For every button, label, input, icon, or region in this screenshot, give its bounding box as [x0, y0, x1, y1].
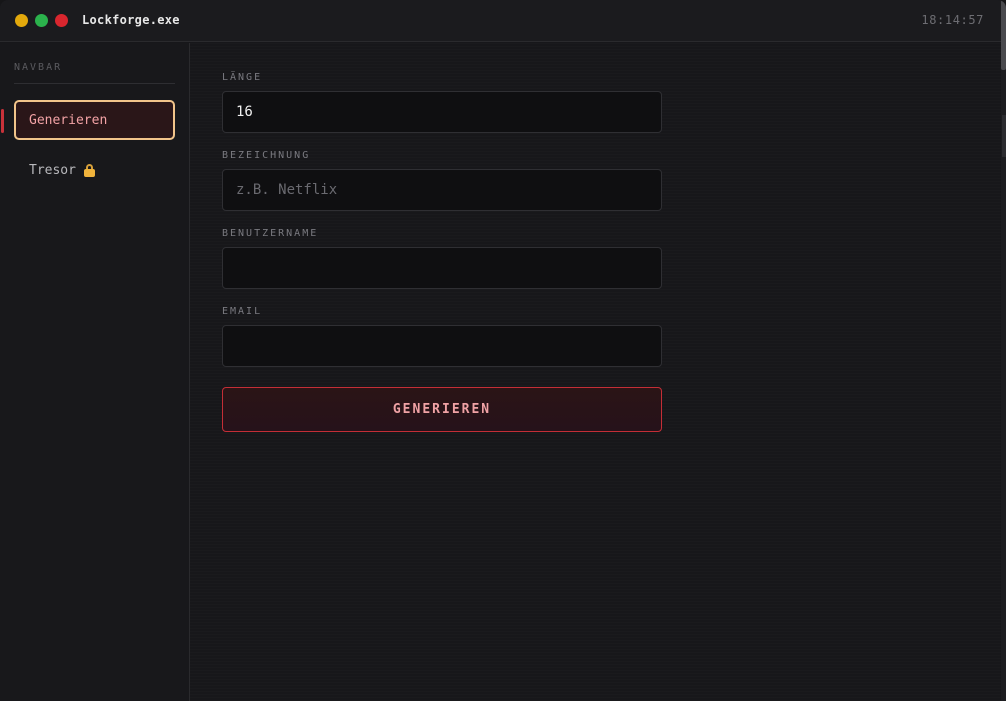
- scrollbar[interactable]: [1001, 0, 1006, 701]
- length-label: LÄNGE: [222, 72, 263, 83]
- edge-panel: [1002, 115, 1006, 157]
- name-label: BEZEICHNUNG: [222, 150, 311, 161]
- email-label: EMAIL: [222, 306, 263, 317]
- active-indicator: [1, 109, 4, 133]
- title-bar: Lockforge.exe 18:14:57: [0, 0, 1006, 42]
- scrollbar-thumb[interactable]: [1001, 0, 1006, 70]
- close-button[interactable]: [55, 14, 68, 27]
- nav-divider: [14, 83, 175, 84]
- lock-icon: [83, 163, 95, 177]
- sidebar-item-generieren[interactable]: Generieren: [14, 100, 175, 140]
- maximize-button[interactable]: [35, 14, 48, 27]
- username-label: BENUTZERNAME: [222, 228, 319, 239]
- name-input[interactable]: [222, 169, 662, 211]
- sidebar-item-label: Generieren: [29, 112, 108, 128]
- main-content: LÄNGE BEZEICHNUNG BENUTZERNAME EMAIL GEN…: [191, 43, 1006, 701]
- sidebar-item-tresor[interactable]: Tresor: [14, 150, 175, 190]
- sidebar-item-label: Tresor: [29, 162, 76, 178]
- clock: 18:14:57: [921, 13, 984, 27]
- email-input[interactable]: [222, 325, 662, 367]
- generate-button[interactable]: GENERIEREN: [222, 387, 662, 432]
- username-input[interactable]: [222, 247, 662, 289]
- length-input[interactable]: [222, 91, 662, 133]
- minimize-button[interactable]: [15, 14, 28, 27]
- sidebar: NAVBAR Generieren Tresor: [0, 43, 190, 701]
- window-title: Lockforge.exe: [82, 13, 180, 27]
- nav-heading: NAVBAR: [14, 62, 63, 73]
- app-window: Lockforge.exe 18:14:57 NAVBAR Generieren…: [0, 0, 1006, 701]
